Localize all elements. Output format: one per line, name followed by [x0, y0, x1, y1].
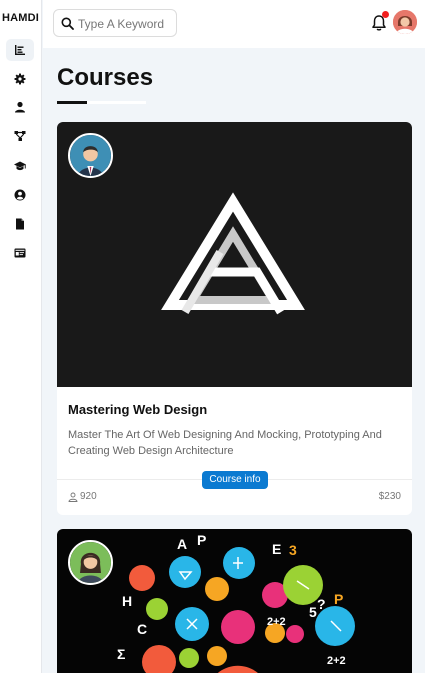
- search-icon: [61, 17, 74, 30]
- svg-text:2+2: 2+2: [327, 655, 346, 667]
- course-title: Mastering Web Design: [68, 402, 208, 417]
- sidebar-item-dashboard[interactable]: [6, 39, 34, 61]
- instructor-avatar: [68, 133, 113, 178]
- svg-text:5: 5: [309, 604, 317, 620]
- sidebar: HAMDI: [0, 0, 42, 673]
- svg-text:P: P: [334, 591, 343, 607]
- instructor-avatar: [68, 540, 113, 585]
- diagram-icon: [14, 131, 26, 141]
- search-input[interactable]: [78, 15, 174, 32]
- female-avatar-image: [70, 542, 111, 583]
- course-price: $230: [378, 491, 401, 502]
- notification-dot: [382, 11, 389, 18]
- science-icons-image: A P E 3 H C 2+2 ? P 5 2+2 Σ: [117, 532, 355, 673]
- sidebar-item-courses[interactable]: [6, 155, 34, 177]
- page-title: Courses: [57, 64, 154, 91]
- user-circle-icon: [14, 189, 26, 201]
- svg-text:P: P: [197, 532, 206, 548]
- students-count: 920: [68, 491, 97, 502]
- search-box: [53, 9, 177, 37]
- user-avatar[interactable]: [393, 10, 417, 34]
- svg-text:2+2: 2+2: [267, 616, 286, 628]
- gear-icon: [14, 73, 26, 85]
- course-image: A P E 3 H C 2+2 ? P 5 2+2 Σ: [57, 529, 412, 673]
- svg-text:3: 3: [289, 542, 297, 558]
- students-value: 920: [80, 491, 97, 502]
- top-header: [43, 0, 425, 48]
- course-card: Mastering Web Design Master The Art Of W…: [57, 122, 412, 515]
- course-card: A P E 3 H C 2+2 ? P 5 2+2 Σ: [57, 529, 412, 673]
- sidebar-item-plans[interactable]: [6, 242, 34, 264]
- svg-text:Σ: Σ: [117, 646, 125, 662]
- sidebar-item-settings[interactable]: [6, 68, 34, 90]
- graduation-cap-icon: [14, 161, 26, 171]
- user-outline-icon: [68, 492, 78, 502]
- svg-text:H: H: [122, 593, 132, 609]
- sidebar-item-profile[interactable]: [6, 96, 34, 118]
- file-icon: [16, 218, 24, 230]
- id-card-icon: [14, 248, 26, 258]
- avatar-image: [393, 10, 417, 34]
- chart-bar-icon: [15, 45, 25, 55]
- male-avatar-image: [70, 135, 111, 176]
- svg-text:A: A: [177, 536, 187, 552]
- sidebar-item-projects[interactable]: [6, 125, 34, 147]
- user-icon: [15, 101, 25, 113]
- sidebar-item-files[interactable]: [6, 213, 34, 235]
- svg-text:C: C: [137, 621, 147, 637]
- title-underline: [57, 101, 146, 104]
- brand-logo: HAMDI: [2, 12, 40, 24]
- course-info-button[interactable]: Course info: [202, 471, 268, 489]
- svg-text:?: ?: [317, 596, 326, 612]
- svg-text:E: E: [272, 541, 281, 557]
- course-description: Master The Art Of Web Designing And Mock…: [68, 429, 382, 457]
- sidebar-item-friends[interactable]: [6, 184, 34, 206]
